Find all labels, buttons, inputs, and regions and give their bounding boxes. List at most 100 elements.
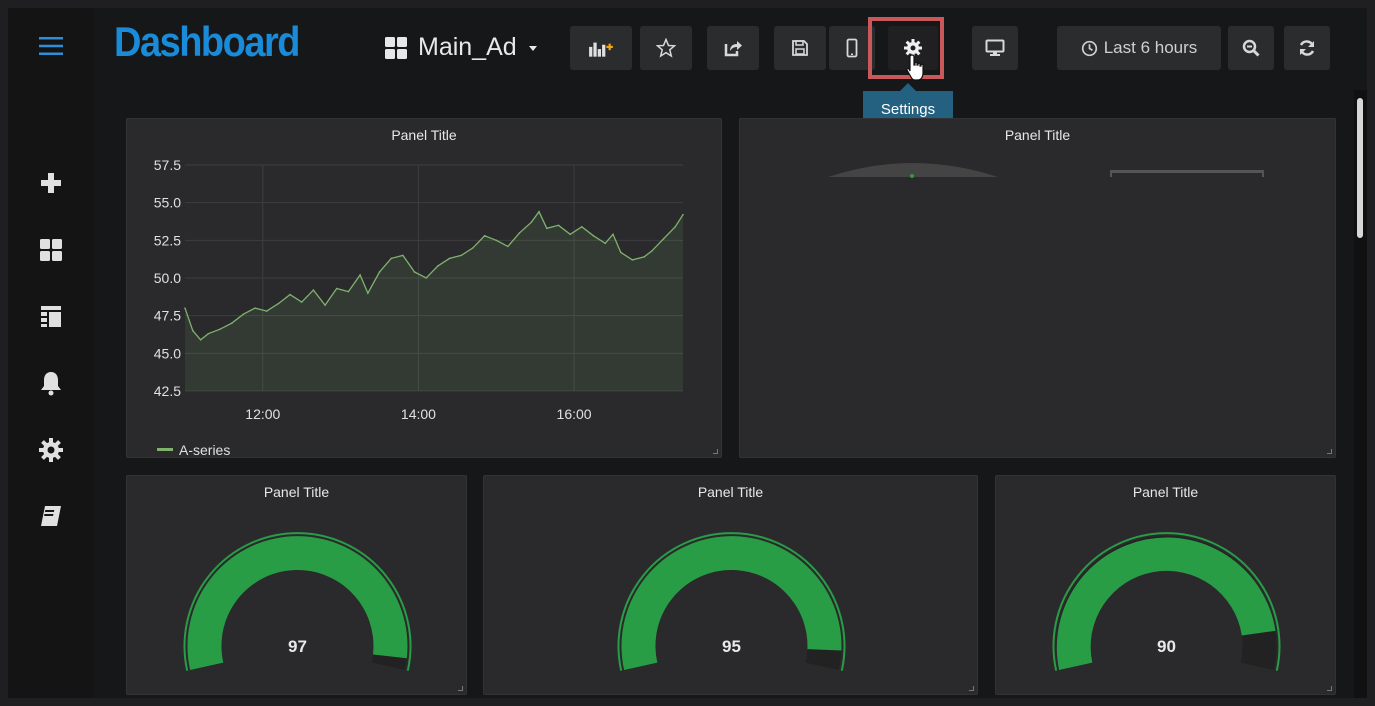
- share-button[interactable]: [707, 26, 759, 70]
- data-point: [289, 293, 291, 296]
- data-point: [530, 221, 533, 224]
- monitor-icon: [985, 39, 1005, 56]
- data-point: [569, 233, 571, 236]
- dashboard-name: Main_Ad: [418, 33, 517, 61]
- scrollbar-thumb[interactable]: [1357, 98, 1363, 238]
- x-tick-label: 14:00: [401, 406, 436, 422]
- gauge-chart: 97: [183, 532, 412, 671]
- star-icon: [656, 38, 676, 58]
- book-icon[interactable]: [26, 496, 76, 536]
- y-tick-label: 55.0: [154, 195, 181, 211]
- grid-icon[interactable]: [26, 230, 76, 270]
- app-frame: Dashboard Main_Ad Last 6 hours Settings …: [8, 8, 1367, 698]
- sidebar: [8, 8, 94, 698]
- tv-mode-button[interactable]: [972, 26, 1018, 70]
- resize-handle[interactable]: [713, 449, 718, 454]
- data-point: [662, 238, 665, 240]
- data-point: [546, 227, 548, 230]
- data-point: [643, 256, 645, 258]
- data-point: [495, 239, 498, 242]
- hand-cursor-icon: [906, 54, 924, 81]
- data-point: [219, 328, 221, 331]
- star-button[interactable]: [640, 26, 692, 70]
- data-point: [207, 332, 210, 335]
- resize-handle[interactable]: [969, 686, 974, 691]
- time-picker-button[interactable]: Last 6 hours: [1057, 26, 1221, 70]
- data-point: [604, 242, 606, 245]
- gauge-panel-3[interactable]: Panel Title 90: [995, 475, 1336, 695]
- data-point: [448, 257, 451, 260]
- legend-swatch: [157, 448, 173, 451]
- resize-handle[interactable]: [458, 686, 463, 691]
- data-point: [347, 290, 350, 293]
- gear-icon[interactable]: [26, 430, 76, 470]
- refresh-button[interactable]: [1284, 26, 1330, 70]
- refresh-icon: [1299, 40, 1315, 56]
- data-point: [184, 307, 186, 309]
- data-point: [631, 259, 634, 261]
- resize-handle[interactable]: [1327, 449, 1332, 454]
- clock-icon: [1081, 40, 1097, 56]
- data-point: [413, 271, 416, 273]
- dashboard-grid-icon: [385, 36, 407, 59]
- zoom-out-button[interactable]: [1228, 26, 1274, 70]
- data-point: [277, 302, 280, 305]
- graph-panel[interactable]: Panel Title 42.5 45.0 47.5 50.0 52.5 55.0 57.5…: [126, 118, 722, 458]
- gauge-value: 97: [288, 637, 307, 656]
- data-point: [651, 250, 653, 252]
- data-point: [557, 224, 560, 227]
- dashboard-picker[interactable]: Main_Ad: [384, 33, 539, 62]
- resize-handle[interactable]: [1327, 686, 1332, 691]
- hamburger-icon[interactable]: [26, 26, 76, 66]
- data-point: [191, 329, 194, 332]
- y-tick-label: 45.0: [154, 345, 181, 361]
- data-point: [199, 338, 202, 341]
- data-point: [359, 274, 361, 276]
- data-point: [335, 287, 338, 290]
- data-point: [254, 307, 256, 309]
- top-right-panel[interactable]: Panel Title: [739, 118, 1336, 458]
- y-tick-label: 50.0: [154, 270, 181, 286]
- partial-bar-line: [1110, 170, 1264, 173]
- data-point: [402, 254, 404, 257]
- x-tick-label: 16:00: [557, 406, 592, 422]
- graph-chart: 42.5 45.0 47.5 50.0 52.5 55.0 57.5 12:00 14:00 16…: [154, 157, 684, 458]
- data-point: [312, 289, 315, 291]
- partial-bar-tick-right: [1262, 170, 1264, 177]
- data-point: [437, 265, 439, 267]
- save-button[interactable]: [774, 26, 826, 70]
- data-point: [230, 322, 233, 324]
- series-area: [185, 211, 683, 391]
- data-point: [612, 233, 614, 236]
- mobile-icon: [846, 38, 858, 58]
- partial-gauge-graphic: [828, 163, 1264, 178]
- data-point: [378, 271, 381, 273]
- time-range-label: Last 6 hours: [1103, 38, 1198, 57]
- y-tick-label: 47.5: [154, 308, 181, 324]
- data-point: [592, 235, 595, 237]
- data-point: [538, 210, 540, 213]
- gauge-value: 90: [1157, 637, 1176, 656]
- data-point: [581, 225, 583, 228]
- plus-icon[interactable]: [26, 163, 76, 203]
- gauge-chart: 95: [617, 532, 846, 671]
- gauge-value: 95: [722, 637, 741, 656]
- data-point: [507, 245, 509, 248]
- add-panel-icon: [589, 42, 613, 57]
- gauge-panel-1[interactable]: Panel Title 97: [126, 475, 467, 695]
- data-point: [425, 277, 428, 279]
- partial-gauge-dot: [910, 174, 914, 178]
- brand-title[interactable]: Dashboard: [114, 20, 300, 67]
- data-point: [472, 247, 474, 249]
- gauge-panel-2[interactable]: Panel Title 95: [483, 475, 978, 695]
- y-tick-label: 52.5: [154, 232, 181, 248]
- share-icon: [724, 41, 742, 57]
- partial-bar-tick-left: [1110, 170, 1112, 177]
- data-point: [367, 292, 369, 294]
- add-panel-button[interactable]: [570, 26, 632, 70]
- data-point: [483, 235, 486, 237]
- table-icon[interactable]: [26, 296, 76, 336]
- bell-icon[interactable]: [26, 363, 76, 403]
- x-tick-label: 12:00: [245, 406, 280, 422]
- data-point: [324, 304, 326, 306]
